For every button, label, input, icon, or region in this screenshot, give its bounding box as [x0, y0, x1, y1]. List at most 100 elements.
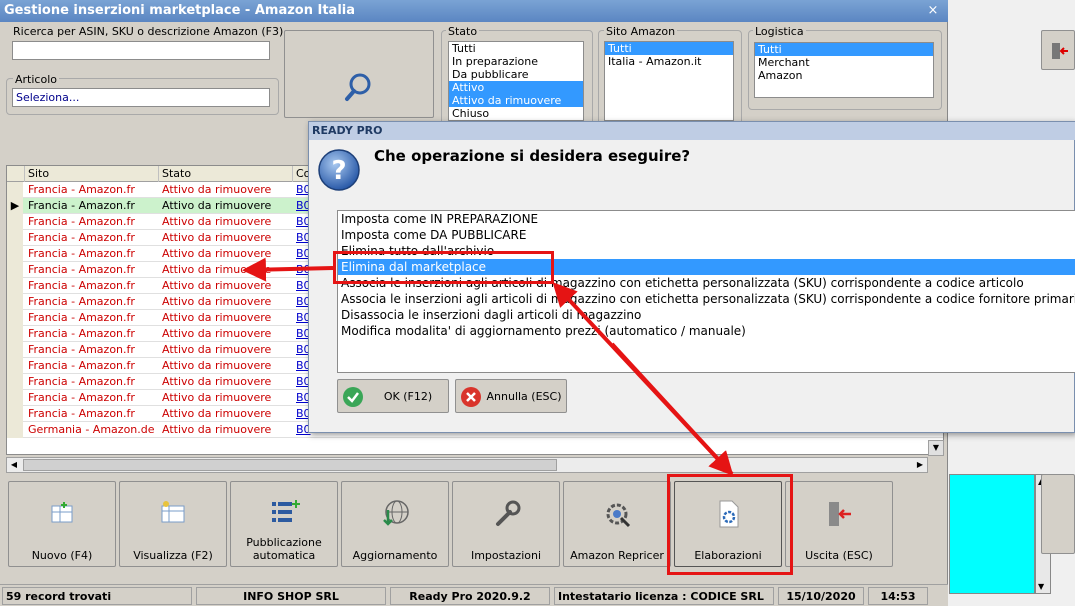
vscroll-down-arrow[interactable]: ▼ — [928, 440, 944, 456]
row-indicator — [7, 310, 23, 326]
ok-button-label: OK (F12) — [383, 390, 433, 403]
horizontal-scrollbar[interactable]: ◀ ▶ — [6, 457, 928, 473]
scroll-right-arrow[interactable]: ▶ — [913, 458, 927, 472]
operation-option[interactable]: Modifica modalita' di aggiornamento prez… — [338, 323, 1075, 339]
exit-door-icon — [1052, 43, 1068, 59]
operation-listbox[interactable]: Imposta come IN PREPARAZIONE Imposta come… — [337, 210, 1075, 373]
logistica-option-item[interactable]: Amazon — [755, 69, 933, 82]
scroll-thumb[interactable] — [23, 459, 557, 471]
operation-option[interactable]: Associa le inserzioni agli articoli di m… — [338, 291, 1075, 307]
globe-download-icon — [383, 500, 409, 526]
sito-label: Sito Amazon — [604, 25, 678, 38]
close-icon[interactable]: × — [925, 3, 941, 19]
row-indicator — [7, 374, 23, 390]
status-date: 15/10/2020 — [778, 587, 864, 605]
row-indicator — [7, 358, 23, 374]
stato-option-item[interactable]: Attivo da rimuovere — [449, 94, 583, 107]
stato-option-item[interactable]: Chiuso — [449, 107, 583, 120]
pubblicazione-button-label: Pubblicazione automatica — [246, 536, 322, 562]
aggiornamento-button-label: Aggiornamento — [352, 549, 438, 562]
impostazioni-button[interactable]: Impostazioni — [452, 481, 560, 567]
impostazioni-button-label: Impostazioni — [470, 549, 542, 562]
sito-option-item[interactable]: Tutti — [605, 42, 733, 55]
document-gear-icon — [719, 500, 739, 528]
visualizza-button-label: Visualizza (F2) — [133, 549, 213, 562]
cell-stato: Attivo da rimuovere — [162, 407, 272, 420]
logistica-option-item[interactable]: Tutti — [755, 43, 933, 56]
cell-sito: Francia - Amazon.fr — [28, 279, 135, 292]
search-input[interactable] — [12, 41, 270, 60]
visualizza-button[interactable]: Visualizza (F2) — [119, 481, 227, 567]
logistica-listbox[interactable]: Tutti Merchant Amazon — [754, 42, 934, 98]
status-bar: 59 record trovati INFO SHOP SRL Ready Pr… — [0, 584, 948, 606]
stato-option-item[interactable]: Da pubblicare — [449, 68, 583, 81]
row-indicator — [7, 342, 23, 358]
logistica-option-item[interactable]: Merchant — [755, 56, 933, 69]
cell-stato: Attivo da rimuovere — [162, 263, 272, 276]
operation-option[interactable]: Elimina dal marketplace — [338, 259, 1075, 275]
stato-label: Stato — [446, 25, 480, 38]
search-button[interactable] — [284, 30, 434, 118]
cell-sito: Francia - Amazon.fr — [28, 359, 135, 372]
operation-option[interactable]: Elimina tutto dall'archivio — [338, 243, 1075, 259]
cell-sito: Francia - Amazon.fr — [28, 311, 135, 324]
uscita-button[interactable]: Uscita (ESC) — [785, 481, 893, 567]
col-header-sito[interactable]: Sito — [25, 166, 159, 182]
col-header-stato[interactable]: Stato — [159, 166, 293, 182]
scroll-left-arrow[interactable]: ◀ — [7, 458, 21, 472]
elaborazioni-button[interactable]: Elaborazioni — [674, 481, 782, 567]
cell-stato: Attivo da rimuovere — [162, 231, 272, 244]
operation-option[interactable]: Imposta come DA PUBBLICARE — [338, 227, 1075, 243]
article-label: Articolo — [13, 73, 59, 86]
cell-sito: Francia - Amazon.fr — [28, 231, 135, 244]
stato-listbox[interactable]: Tutti In preparazione Da pubblicare Attivo A… — [448, 41, 584, 121]
cell-stato: Attivo da rimuovere — [162, 199, 272, 212]
row-indicator — [7, 214, 23, 230]
row-indicator — [7, 422, 23, 438]
repricer-button-label: Amazon Repricer — [570, 549, 664, 562]
cell-sito: Francia - Amazon.fr — [28, 199, 135, 212]
cell-sito: Francia - Amazon.fr — [28, 327, 135, 340]
dialog-title: READY PRO — [309, 122, 1075, 140]
search-label: Ricerca per ASIN, SKU o descrizione Amaz… — [13, 25, 284, 38]
background-exit-button[interactable] — [1041, 30, 1075, 70]
window-title: Gestione inserzioni marketplace - Amazon… — [4, 3, 356, 18]
cell-sito: Francia - Amazon.fr — [28, 375, 135, 388]
cell-stato: Attivo da rimuovere — [162, 215, 272, 228]
status-version: Ready Pro 2020.9.2 — [390, 587, 550, 605]
status-records: 59 record trovati — [2, 587, 192, 605]
ok-button[interactable]: OK (F12) — [337, 379, 449, 413]
row-indicator — [7, 294, 23, 310]
sito-listbox[interactable]: Tutti Italia - Amazon.it — [604, 41, 734, 121]
article-field[interactable]: Seleziona... — [12, 88, 270, 107]
cell-stato: Attivo da rimuovere — [162, 183, 272, 196]
row-indicator — [7, 326, 23, 342]
repricer-button[interactable]: Amazon Repricer — [563, 481, 671, 567]
cell-stato: Attivo da rimuovere — [162, 295, 272, 308]
row-indicator — [7, 262, 23, 278]
cell-sito: Francia - Amazon.fr — [28, 215, 135, 228]
background-side-button[interactable] — [1041, 474, 1075, 554]
auto-publish-icon — [272, 500, 300, 522]
pubblicazione-button[interactable]: Pubblicazione automatica — [230, 481, 338, 567]
sito-option-item[interactable]: Italia - Amazon.it — [605, 55, 733, 68]
stato-option-item[interactable]: Tutti — [449, 42, 583, 55]
cancel-button[interactable]: Annulla (ESC) — [455, 379, 567, 413]
scroll-down-arrow[interactable]: ▼ — [1038, 582, 1044, 591]
cell-stato: Attivo da rimuovere — [162, 247, 272, 260]
exit-door-icon — [829, 502, 851, 526]
aggiornamento-button[interactable]: Aggiornamento — [341, 481, 449, 567]
stato-option-item[interactable]: Attivo — [449, 81, 583, 94]
operation-option[interactable]: Imposta come IN PREPARAZIONE — [338, 211, 1075, 227]
operation-option[interactable]: Associa le inserzioni agli articoli di m… — [338, 275, 1075, 291]
cell-sito: Francia - Amazon.fr — [28, 295, 135, 308]
cell-sito: Francia - Amazon.fr — [28, 247, 135, 260]
check-icon — [343, 387, 363, 407]
search-icon — [345, 73, 371, 101]
nuovo-button[interactable]: Nuovo (F4) — [8, 481, 116, 567]
cell-stato: Attivo da rimuovere — [162, 423, 272, 436]
cell-stato: Attivo da rimuovere — [162, 391, 272, 404]
cell-sito: Francia - Amazon.fr — [28, 183, 135, 196]
stato-option-item[interactable]: In preparazione — [449, 55, 583, 68]
operation-option[interactable]: Disassocia le inserzioni dagli articoli … — [338, 307, 1075, 323]
